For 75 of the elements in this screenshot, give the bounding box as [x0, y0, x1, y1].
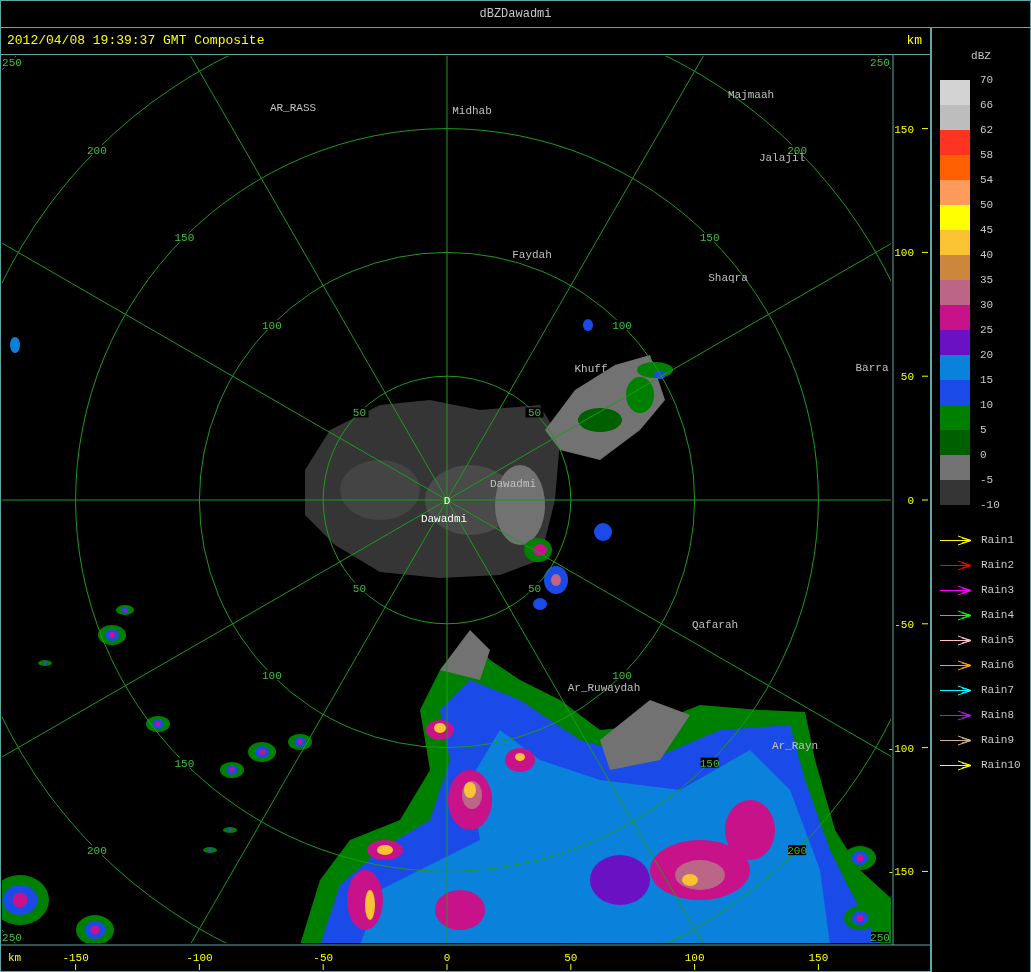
scale-label: 54	[980, 173, 994, 186]
track-label: Rain2	[981, 557, 1014, 573]
scale-label: 70	[980, 73, 994, 86]
range-label: 250	[2, 57, 22, 70]
scale-label: 30	[980, 298, 994, 311]
scale-label: 40	[980, 248, 994, 261]
scale-label: 45	[980, 223, 994, 236]
axis-tick-label: 50	[900, 371, 914, 384]
scale-label: 10	[980, 398, 994, 411]
range-label: 150	[174, 757, 195, 770]
place-label: AR_RASS	[269, 102, 317, 114]
range-label: 150	[699, 232, 720, 245]
scale-label: 66	[980, 98, 994, 111]
place-label: Faydah	[512, 249, 552, 261]
range-label: 250	[2, 932, 22, 943]
axis-tick-label: 0	[907, 495, 914, 507]
place-label: Khuff	[574, 363, 608, 375]
track-label: Rain5	[981, 632, 1014, 648]
track-label: Rain1	[981, 532, 1014, 548]
scale-label: 35	[980, 273, 994, 286]
axis-tick-label: 150	[808, 952, 829, 964]
track-label: Rain9	[981, 732, 1014, 748]
range-label: 100	[262, 670, 282, 683]
axis-tick-label: -150	[62, 952, 89, 964]
axis-tick-label: -50	[313, 952, 334, 964]
scale-label: 20	[980, 348, 994, 361]
range-label: 50	[352, 582, 367, 595]
range-label: 50	[527, 582, 542, 595]
range-label: 200	[86, 144, 107, 157]
axis-tick-label: 0	[443, 952, 451, 964]
radar-site-marker: D	[443, 495, 451, 507]
axis-tick-label: 50	[564, 952, 578, 964]
axis-tick-label: 100	[684, 952, 705, 964]
scale-label: 62	[980, 123, 994, 136]
axis-tick-label: -50	[894, 618, 914, 631]
scale-label: 0	[980, 448, 987, 461]
axis-tick-label: -100	[186, 952, 213, 964]
timestamp-label: 2012/04/08 19:39:37 GMT Composite	[7, 32, 265, 51]
scale-label: 25	[980, 323, 994, 336]
place-label: Shaqra	[708, 272, 748, 284]
unit-label: km	[8, 952, 22, 964]
range-label: 100	[262, 319, 282, 332]
scale-label: -5	[980, 473, 994, 486]
window-title: dBZDawadmi	[479, 6, 552, 23]
track-label: Rain10	[981, 757, 1021, 773]
track-label: Rain8	[981, 707, 1014, 723]
axis-tick-label: -150	[887, 866, 914, 879]
scale-label: -10	[980, 498, 1000, 511]
unit-label: km	[906, 32, 922, 51]
axis-tick-label: 150	[894, 123, 914, 136]
place-label: Dawadmi	[420, 513, 468, 525]
legend-title: dBZ	[971, 50, 991, 62]
scale-label: 58	[980, 148, 994, 161]
place-label: Midhab	[452, 105, 492, 117]
place-label: Majmaah	[727, 89, 775, 101]
range-label: 250	[870, 57, 890, 70]
range-label: 50	[527, 407, 542, 420]
scale-label: 5	[980, 423, 987, 436]
track-label: Rain7	[981, 682, 1014, 698]
range-label: 200	[86, 845, 107, 858]
range-label: 100	[612, 319, 632, 332]
track-label: Rain6	[981, 657, 1014, 673]
range-label: 150	[174, 232, 195, 245]
place-label: Ar_Ruwaydah	[567, 682, 641, 694]
place-label: Barra	[855, 362, 889, 374]
place-label: Qafarah	[691, 619, 739, 631]
track-label: Rain3	[981, 582, 1014, 598]
range-label: 50	[352, 407, 367, 420]
place-label: Dawadmi	[489, 478, 537, 490]
axis-tick-label: -100	[887, 742, 914, 755]
range-label: 100	[612, 670, 632, 683]
scale-label: 50	[980, 198, 994, 211]
scale-label: 15	[980, 373, 994, 386]
axis-tick-label: 100	[894, 247, 914, 260]
track-label: Rain4	[981, 607, 1014, 623]
